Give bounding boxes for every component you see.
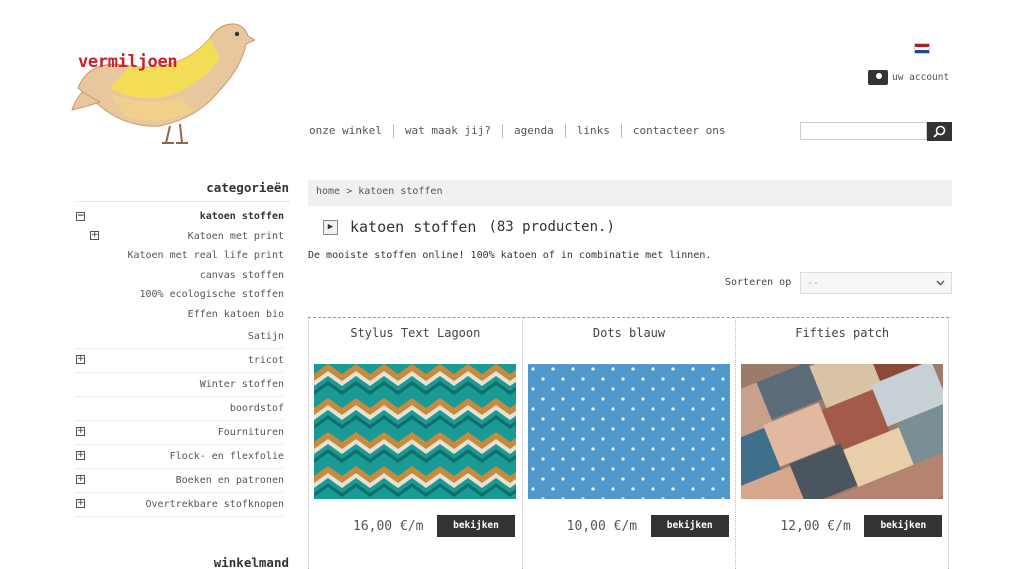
breadcrumb-current: katoen stoffen [358,186,443,197]
category-item-flock-flexfolie[interactable]: + Flock- en flexfolie [76,445,284,469]
category-item-stofknopen[interactable]: + Overtrekbare stofknopen [76,493,284,517]
category-label: tricot [247,354,284,366]
expand-icon[interactable]: + [76,475,85,485]
view-product-button[interactable]: bekijken [437,515,515,537]
category-label: Winter stoffen [199,378,284,390]
category-label: Fournituren [217,426,284,438]
dutch-flag-icon[interactable] [914,43,930,54]
category-item-katoen-stoffen[interactable]: − katoen stoffen [76,207,284,227]
breadcrumb-home[interactable]: home [316,186,340,197]
category-item-katoen-met-print[interactable]: + Katoen met print [76,227,284,247]
view-product-button[interactable]: bekijken [650,515,729,537]
product-card: Dots blauw 10,00 €/m bekijken [521,318,736,569]
fabric-collage-image [741,364,944,499]
search-icon [933,125,946,138]
search-form [800,122,952,141]
collapse-icon[interactable]: − [76,211,85,221]
category-label: Effen katoen bio [187,308,284,320]
sort-select[interactable]: -- [800,272,952,294]
category-heading: ▶ katoen stoffen (83 producten.) [323,218,615,236]
search-input[interactable] [800,122,927,140]
product-count: (83 producten.) [488,219,615,235]
breadcrumb: home > katoen stoffen [308,180,952,206]
nav-agenda[interactable]: agenda [503,124,566,138]
product-price: 12,00 €/m [780,519,851,534]
category-label: Overtrekbare stofknopen [145,498,284,510]
logo-text: vermiljoen [78,52,178,72]
nav-wat-maak-jij[interactable]: wat maak jij? [394,124,503,138]
nav-onze-winkel[interactable]: onze winkel [309,124,394,138]
category-item-tricot[interactable]: + tricot [76,349,284,373]
expand-icon[interactable]: + [76,427,85,437]
product-image[interactable] [314,364,516,499]
category-list: − katoen stoffen + Katoen met print Kato… [76,207,284,517]
category-item-boeken-patronen[interactable]: + Boeken en patronen [76,469,284,493]
category-item-effen-katoen-bio[interactable]: Effen katoen bio [76,305,284,325]
product-price: 16,00 €/m [353,519,424,534]
nav-contacteer-ons[interactable]: contacteer ons [622,124,737,138]
chevron-down-icon [936,280,945,286]
divider [76,201,289,202]
chevron-right-icon: ▶ [323,219,338,235]
product-grid: Stylus Text Lagoon 16,00 €/m bekijken Do… [308,317,950,569]
expand-icon[interactable]: + [90,231,99,241]
category-label: boordstof [229,402,284,414]
category-label: canvas stoffen [199,269,284,281]
fabric-dots-image [527,364,730,499]
nav-links[interactable]: links [566,124,622,138]
category-label: katoen stoffen [199,211,284,222]
product-image[interactable] [527,364,730,499]
category-item-boordstof[interactable]: boordstof [76,397,284,421]
vermiljoen-logo[interactable]: vermiljoen [70,18,257,148]
category-item-winter-stoffen[interactable]: Winter stoffen [76,373,284,397]
product-card: Fifties patch 12,00 €/m bekijken [735,318,950,569]
category-description: De mooiste stoffen online! 100% katoen o… [308,250,712,261]
breadcrumb-separator: > [346,186,353,197]
category-item-real-life-print[interactable]: Katoen met real life print [76,246,284,266]
search-button[interactable] [927,122,952,141]
category-label: Boeken en patronen [175,474,284,486]
category-label: 100% ecologische stoffen [139,289,285,301]
view-product-button[interactable]: bekijken [864,515,943,537]
account-link[interactable]: uw account [868,70,949,85]
fabric-chevron-image [314,364,516,499]
product-image[interactable] [741,364,944,499]
product-name[interactable]: Stylus Text Lagoon [309,326,522,340]
expand-icon[interactable]: + [76,499,85,509]
category-label: Katoen met real life print [127,250,284,262]
sort-label: Sorteren op [725,277,792,288]
expand-icon[interactable]: + [76,355,85,365]
expand-icon[interactable]: + [76,451,85,461]
category-label: Flock- en flexfolie [169,450,284,462]
sort-value: -- [807,277,820,289]
category-item-canvas-stoffen[interactable]: canvas stoffen [76,266,284,286]
page-title: katoen stoffen [350,218,477,236]
cart-title: winkelmand [213,555,289,569]
product-name[interactable]: Fifties patch [736,326,948,340]
category-item-fournituren[interactable]: + Fournituren [76,421,284,445]
category-item-satijn[interactable]: Satijn [76,325,284,349]
categories-title: categorieën [206,180,289,195]
category-label: Satijn [247,330,284,342]
bird-logo-icon [71,23,257,144]
product-name[interactable]: Dots blauw [523,326,736,340]
account-icon [868,70,888,85]
category-item-ecologische-stoffen[interactable]: 100% ecologische stoffen [76,285,285,305]
product-price: 10,00 €/m [566,519,638,534]
account-label: uw account [892,72,950,83]
product-card: Stylus Text Lagoon 16,00 €/m bekijken [308,318,522,569]
category-label: Katoen met print [187,230,284,242]
top-navigation: onze winkel wat maak jij? agenda links c… [309,124,737,138]
